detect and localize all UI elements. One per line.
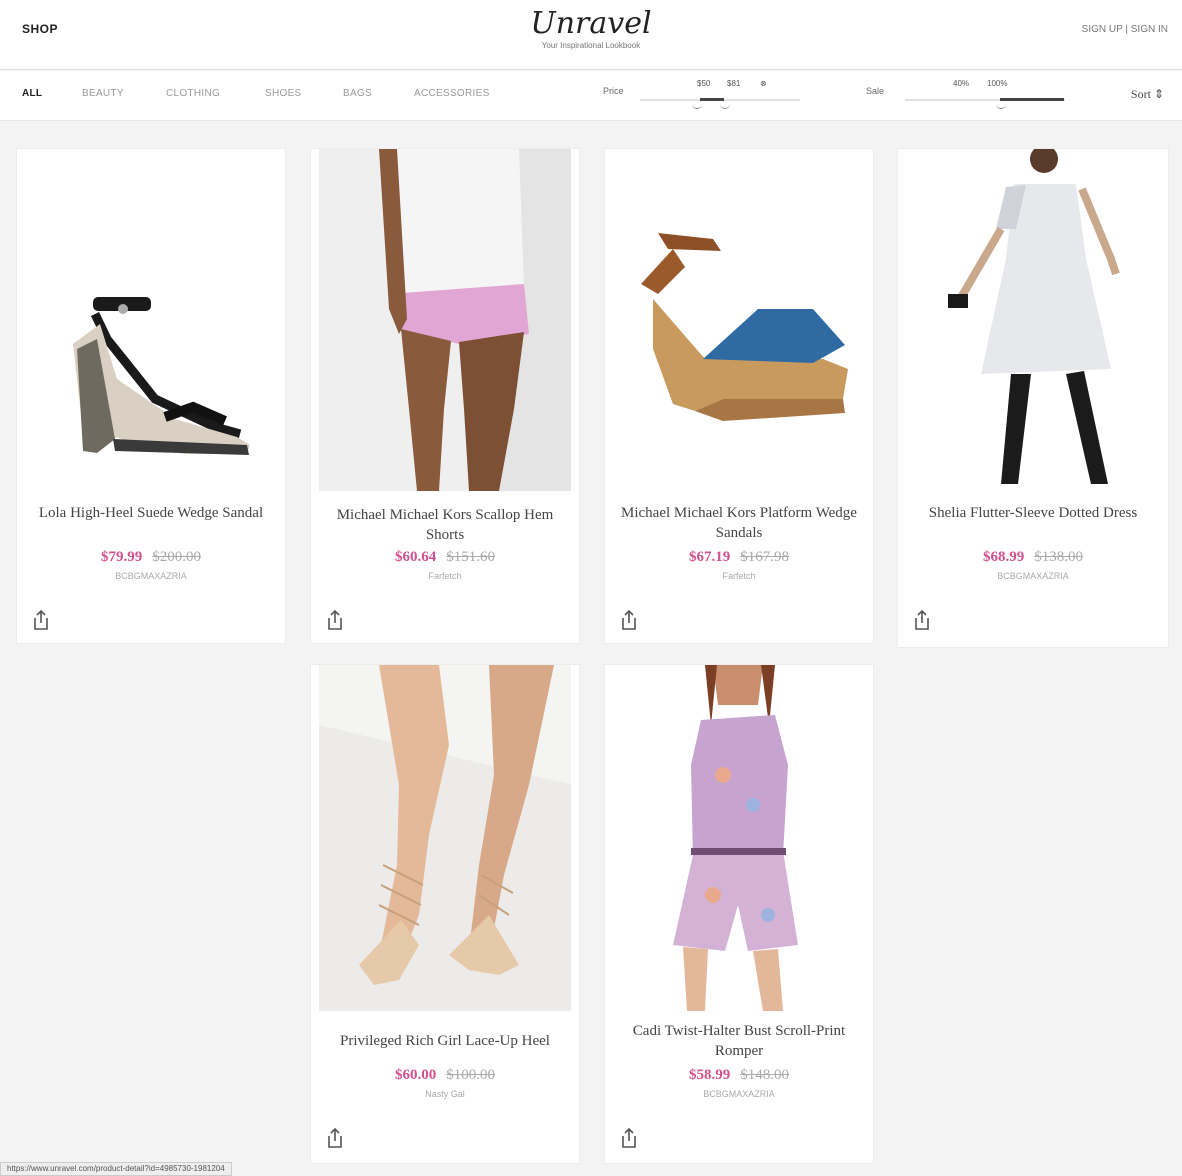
retailer-name: Nasty Gal (425, 1089, 465, 1099)
product-card[interactable]: Michael Michael Kors Platform Wedge Sand… (604, 148, 874, 644)
sale-price: $67.19 (689, 549, 731, 565)
product-prices: $67.19 $167.98 (605, 549, 873, 566)
product-image-dotted-dress[interactable] (906, 149, 1160, 489)
product-card[interactable]: Shelia Flutter-Sleeve Dotted Dress $68.9… (897, 148, 1169, 648)
product-title[interactable]: Michael Michael Kors Platform Wedge Sand… (621, 503, 857, 543)
price-max-value: $81 (727, 79, 741, 88)
share-icon[interactable] (31, 609, 51, 631)
browser-status-bar: https://www.unravel.com/product-detail?i… (0, 1162, 232, 1176)
sale-max-value: 100% (987, 79, 1008, 88)
product-image-pink-scallop-shorts[interactable] (319, 149, 571, 491)
original-price: $200.00 (152, 549, 201, 565)
product-card[interactable]: Michael Michael Kors Scallop Hem Shorts … (310, 148, 580, 644)
product-title[interactable]: Michael Michael Kors Scallop Hem Shorts (327, 505, 563, 545)
sort-label: Sort (1130, 87, 1151, 101)
category-shoes[interactable]: SHOES (265, 88, 302, 99)
site-logo[interactable]: Unravel Your Inspirational Lookbook (0, 6, 1182, 50)
price-clear-icon[interactable]: ⊗ (760, 79, 767, 88)
product-prices: $68.99 $138.00 (898, 549, 1168, 566)
share-icon[interactable] (619, 609, 639, 631)
retailer-name: BCBGMAXAZRIA (115, 571, 187, 581)
original-price: $148.00 (740, 1067, 789, 1083)
sale-price: $79.99 (101, 549, 143, 565)
sale-price: $68.99 (983, 549, 1025, 565)
auth-links[interactable]: SIGN UP | SIGN IN (1082, 24, 1168, 35)
product-image-black-wedge-sandal[interactable] (25, 149, 277, 489)
retailer-name: Farfetch (428, 571, 462, 581)
retailer-name: BCBGMAXAZRIA (703, 1089, 775, 1099)
sale-slider-range (1000, 98, 1064, 101)
share-icon[interactable] (912, 609, 932, 631)
price-filter-label: Price (603, 86, 624, 96)
retailer-name: BCBGMAXAZRIA (997, 571, 1069, 581)
category-beauty[interactable]: BEAUTY (82, 88, 124, 99)
product-title[interactable]: Shelia Flutter-Sleeve Dotted Dress (914, 503, 1152, 523)
price-slider-handle-max[interactable] (720, 104, 730, 109)
sale-filter-label: Sale (866, 86, 885, 96)
retailer-name: Farfetch (722, 571, 756, 581)
top-header: SHOP Unravel Your Inspirational Lookbook… (0, 0, 1182, 70)
filter-bar: ALL BEAUTY CLOTHING SHOES BAGS ACCESSORI… (0, 71, 1182, 121)
original-price: $100.00 (446, 1067, 495, 1083)
sale-price: $60.64 (395, 549, 437, 565)
product-title[interactable]: Lola High-Heel Suede Wedge Sandal (33, 503, 269, 523)
product-prices: $79.99 $200.00 (17, 549, 285, 566)
sale-price: $58.99 (689, 1067, 731, 1083)
logo-text: Unravel (530, 6, 652, 41)
category-bags[interactable]: BAGS (343, 88, 372, 99)
product-card[interactable]: Cadi Twist-Halter Bust Scroll-Print Romp… (604, 664, 874, 1164)
category-accessories[interactable]: ACCESSORIES (414, 88, 490, 99)
share-icon[interactable] (325, 1127, 345, 1149)
price-slider-range (700, 98, 724, 101)
product-card[interactable]: Privileged Rich Girl Lace-Up Heel $60.00… (310, 664, 580, 1164)
category-clothing[interactable]: CLOTHING (166, 88, 220, 99)
sort-icon: ⇕ (1153, 87, 1164, 101)
sale-price: $60.00 (395, 1067, 437, 1083)
product-prices: $58.99 $148.00 (605, 1067, 873, 1084)
sale-slider-handle[interactable] (996, 104, 1006, 109)
product-prices: $60.64 $151.60 (311, 549, 579, 566)
product-image-print-romper[interactable] (613, 665, 865, 1011)
product-card[interactable]: Lola High-Heel Suede Wedge Sandal $79.99… (16, 148, 286, 644)
original-price: $151.60 (446, 549, 495, 565)
product-title[interactable]: Privileged Rich Girl Lace-Up Heel (327, 1031, 563, 1051)
product-image-platform-wedge-sandal[interactable] (613, 149, 865, 489)
share-icon[interactable] (325, 609, 345, 631)
category-all[interactable]: ALL (22, 88, 42, 99)
sort-button[interactable]: Sort ⇕ (1131, 87, 1164, 102)
product-title[interactable]: Cadi Twist-Halter Bust Scroll-Print Romp… (621, 1021, 857, 1061)
logo-tagline: Your Inspirational Lookbook (541, 41, 641, 50)
share-icon[interactable] (619, 1127, 639, 1149)
price-min-value: $50 (697, 79, 711, 88)
sale-min-value: 40% (953, 79, 970, 88)
original-price: $138.00 (1034, 549, 1083, 565)
original-price: $167.98 (740, 549, 789, 565)
product-prices: $60.00 $100.00 (311, 1067, 579, 1084)
product-image-lace-up-heel[interactable] (319, 665, 571, 1011)
price-slider-handle-min[interactable] (692, 104, 702, 109)
